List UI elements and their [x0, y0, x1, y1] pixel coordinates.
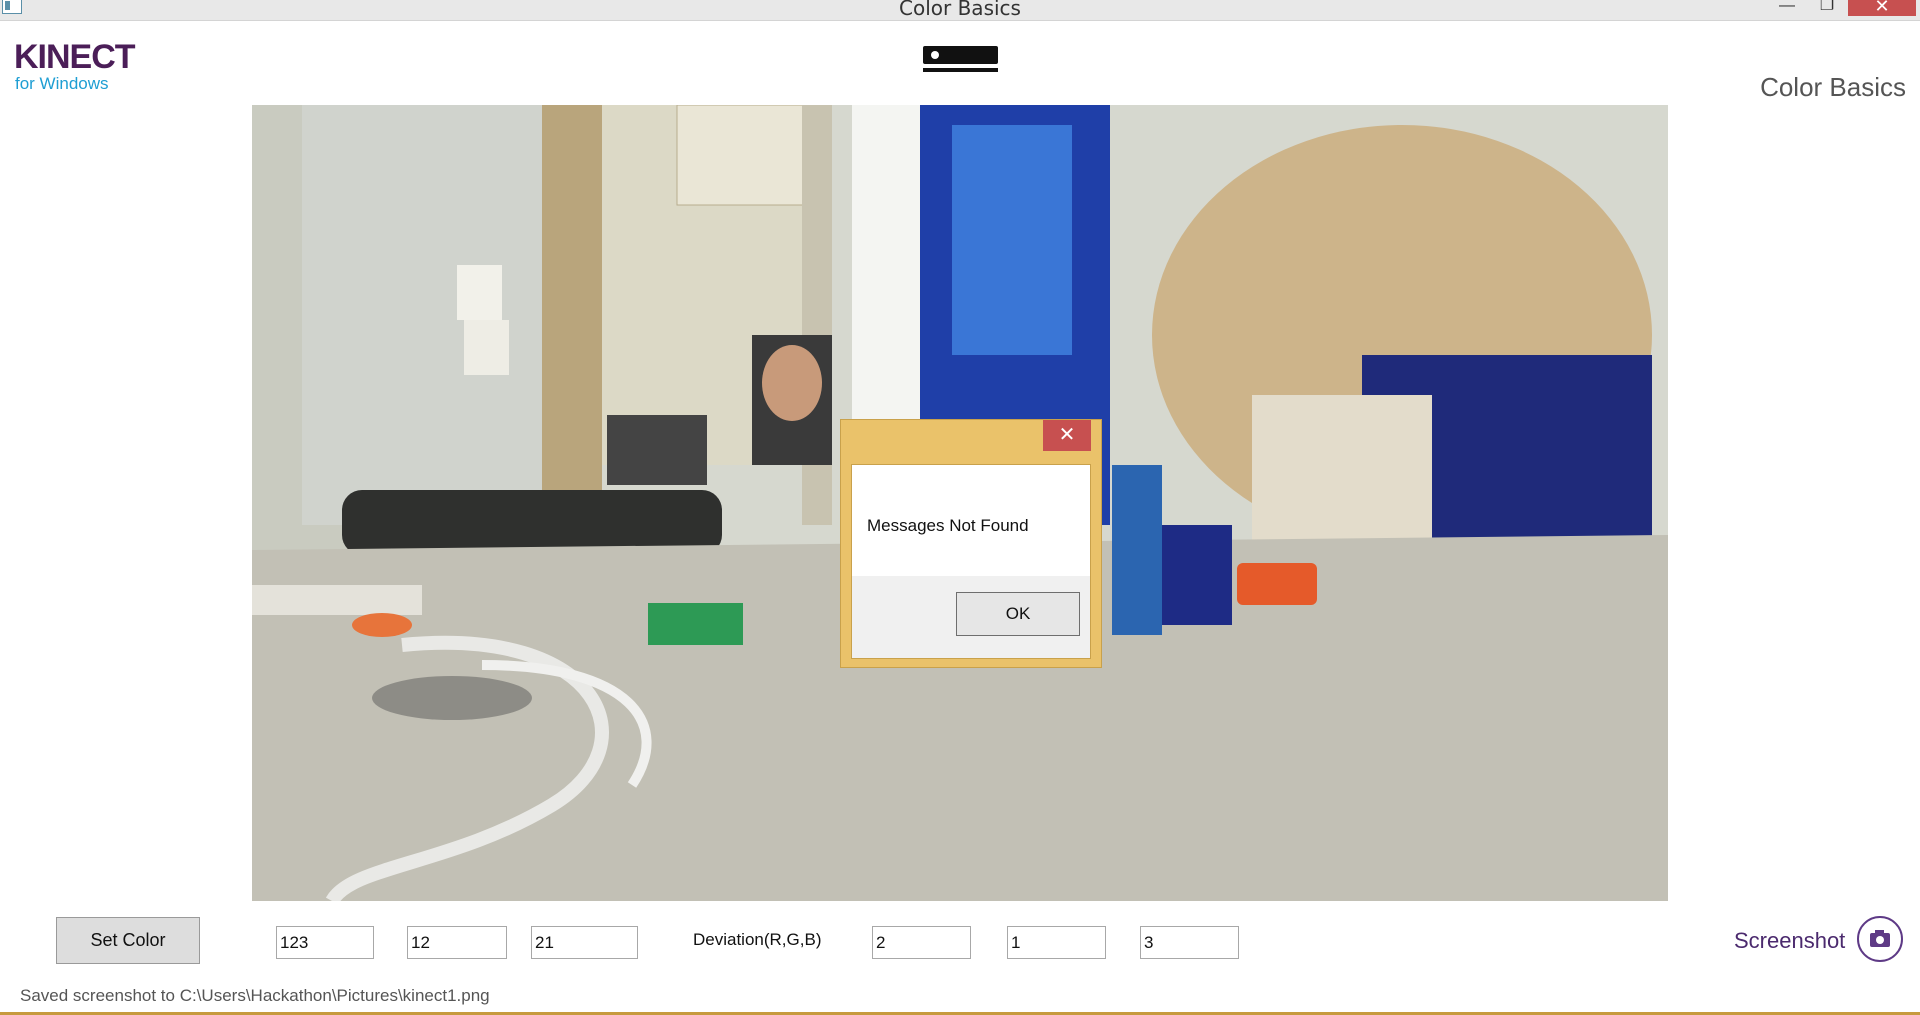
screenshot-label[interactable]: Screenshot	[1734, 928, 1845, 954]
dialog-close-button[interactable]: ✕	[1043, 420, 1091, 451]
blue-deviation-input[interactable]: 3	[1140, 926, 1239, 959]
maximize-button[interactable]: ❐	[1810, 0, 1844, 16]
green-value-input[interactable]: 12	[407, 926, 507, 959]
kinect-sensor-icon	[923, 46, 998, 74]
red-value-input[interactable]: 123	[276, 926, 374, 959]
window-titlebar: Color Basics — ❐ ✕	[0, 0, 1920, 21]
window-title: Color Basics	[899, 0, 1021, 20]
message-dialog: ✕ Messages Not Found OK	[840, 419, 1102, 668]
app-heading: Color Basics	[1760, 72, 1906, 102]
set-color-button[interactable]: Set Color	[56, 917, 200, 964]
minimize-button[interactable]: —	[1770, 0, 1804, 16]
camera-icon[interactable]	[1857, 916, 1903, 962]
camera-icon-glyph	[1870, 930, 1890, 947]
red-deviation-input[interactable]: 2	[872, 926, 971, 959]
deviation-label: Deviation(R,G,B)	[693, 930, 822, 949]
close-window-button[interactable]: ✕	[1848, 0, 1916, 16]
blue-value-input[interactable]: 21	[531, 926, 638, 959]
status-bar-text: Saved screenshot to C:\Users\Hackathon\P…	[20, 986, 490, 1005]
kinect-logo-subtitle: for Windows	[15, 74, 109, 93]
kinect-logo: KINECT	[14, 38, 136, 76]
dialog-message: Messages Not Found	[867, 516, 1029, 535]
dialog-content: Messages Not Found OK	[851, 464, 1091, 659]
green-deviation-input[interactable]: 1	[1007, 926, 1106, 959]
ok-button[interactable]: OK	[956, 592, 1080, 636]
